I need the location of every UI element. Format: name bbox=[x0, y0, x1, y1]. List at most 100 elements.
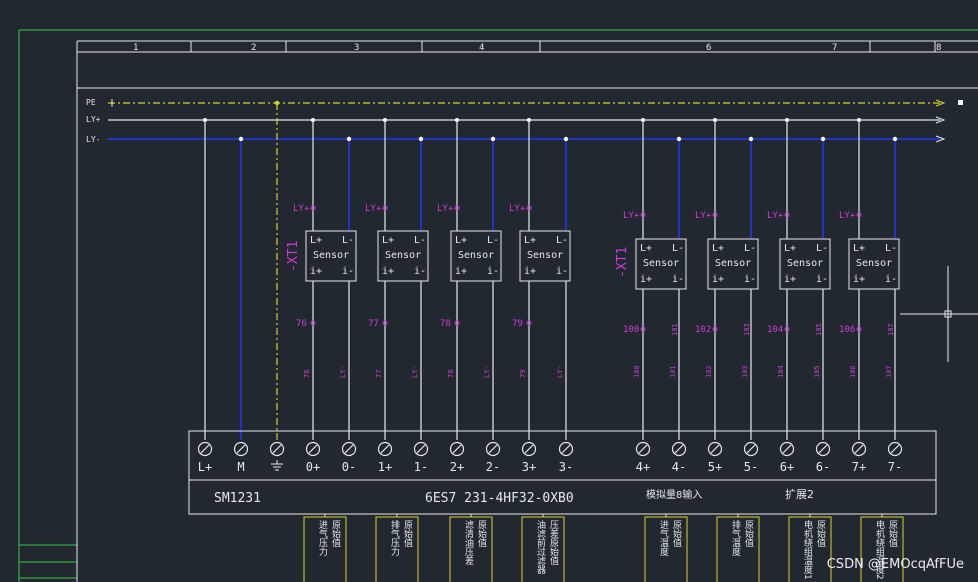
terminal-number: 100 bbox=[623, 325, 639, 335]
bus-label-pe: PE bbox=[86, 98, 96, 107]
signal-label-line1: 进气压力 bbox=[317, 520, 328, 557]
watermark: CSDN @EMOcqAfFUe bbox=[826, 557, 964, 572]
sensor-title: Sensor bbox=[856, 258, 892, 269]
sensor-pin-iminus: i- bbox=[816, 274, 828, 285]
signal-label-line2: 压差原始值 bbox=[548, 520, 559, 565]
wire-number: 103 bbox=[741, 365, 749, 378]
terminal-label: 6+ bbox=[780, 460, 794, 474]
ly-plus-junction bbox=[383, 118, 387, 122]
sensor-pin-iminus: i- bbox=[885, 274, 897, 285]
sensor-pin-lminus: L- bbox=[556, 235, 568, 246]
sensor-pin-iminus: i- bbox=[744, 274, 756, 285]
ruler-column-number: 2 bbox=[251, 43, 256, 53]
ly-minus-junction bbox=[563, 136, 569, 142]
signal-label-line2: 原始值 bbox=[671, 520, 682, 547]
terminal-label: 3- bbox=[559, 460, 573, 474]
terminal-label: 0- bbox=[342, 460, 356, 474]
sensor-pin-iplus: i+ bbox=[712, 274, 724, 285]
sensor-pin-lminus: L- bbox=[744, 243, 756, 254]
terminal-number: 104 bbox=[767, 325, 783, 335]
ruler-column-number: 1 bbox=[133, 43, 138, 53]
sensor-pin-lminus: L- bbox=[816, 243, 828, 254]
module-extension: 扩展2 bbox=[785, 487, 814, 501]
terminal-number: 102 bbox=[695, 325, 711, 335]
ruler-column-number: 6 bbox=[706, 43, 711, 53]
sensor-title: Sensor bbox=[527, 250, 563, 261]
wire-number: LY- bbox=[483, 365, 491, 378]
terminal-label: 1- bbox=[414, 460, 428, 474]
sensor-title: Sensor bbox=[787, 258, 823, 269]
wire-number: 78 bbox=[447, 370, 455, 378]
terminal-label: 3+ bbox=[522, 460, 536, 474]
sensor-pin-iminus: i- bbox=[556, 266, 568, 277]
sensor-pin-lminus: L- bbox=[885, 243, 897, 254]
sensor-pin-iplus: i+ bbox=[310, 266, 322, 277]
sensor-ly-tag: LY+ bbox=[293, 204, 310, 214]
xt1-label-right: -XT1 bbox=[615, 247, 630, 278]
sensor-ly-tag: LY+ bbox=[437, 204, 454, 214]
sensor-ly-tag: LY+ bbox=[623, 211, 640, 221]
sensor-pin-lminus: L- bbox=[672, 243, 684, 254]
sensor-pin-lplus: L+ bbox=[524, 235, 536, 246]
wire-number: 104 bbox=[777, 365, 785, 378]
signal-label-line1: 电机绕组温度1 bbox=[802, 519, 813, 580]
wire-number: LY- bbox=[556, 365, 564, 378]
wire-number: 102 bbox=[705, 365, 713, 378]
ly-minus-junction bbox=[418, 136, 424, 142]
sensor-pin-iplus: i+ bbox=[455, 266, 467, 277]
sensor-pin-lminus: L- bbox=[414, 235, 426, 246]
wire-number: LY- bbox=[411, 365, 419, 378]
wire-number: 107 bbox=[885, 365, 893, 378]
wire-number: LY- bbox=[339, 365, 347, 378]
ly-plus-junction bbox=[455, 118, 459, 122]
sensor-ly-tag: LY+ bbox=[695, 211, 712, 221]
sensor-title: Sensor bbox=[385, 250, 421, 261]
sensor-pin-lplus: L+ bbox=[382, 235, 394, 246]
terminal-label: 7- bbox=[888, 460, 902, 474]
ly-minus-junction bbox=[892, 136, 898, 142]
sensor-pin-lminus: L- bbox=[342, 235, 354, 246]
signal-label-line1: 滤清油压差 bbox=[463, 519, 474, 565]
terminal-label: 4+ bbox=[636, 460, 650, 474]
ruler-column-number: 4 bbox=[479, 43, 484, 53]
wire-number: 101 bbox=[669, 365, 677, 378]
sensor-pin-lplus: L+ bbox=[455, 235, 467, 246]
m-junction bbox=[238, 136, 244, 142]
sensor-pin-iplus: i+ bbox=[382, 266, 394, 277]
sensor-title: Sensor bbox=[715, 258, 751, 269]
sensor-ly-tag: LY+ bbox=[839, 211, 856, 221]
sensor-ly-tag: LY+ bbox=[365, 204, 382, 214]
ly-minus-junction bbox=[676, 136, 682, 142]
sensor-pin-lplus: L+ bbox=[640, 243, 652, 254]
bus-label-ly-minus: LY- bbox=[86, 135, 100, 144]
sensor-pin-lplus: L+ bbox=[712, 243, 724, 254]
wire-number: 76 bbox=[303, 370, 311, 378]
ly-plus-junction bbox=[641, 118, 645, 122]
signal-label-line1: 油滤前过滤器 bbox=[535, 519, 546, 574]
ly-plus-junction bbox=[713, 118, 717, 122]
sensor-title: Sensor bbox=[643, 258, 679, 269]
terminal-number: 78 bbox=[440, 319, 451, 329]
wire-number: 77 bbox=[375, 370, 383, 378]
terminal-label: 6- bbox=[816, 460, 830, 474]
wire-number: 100 bbox=[633, 365, 641, 378]
wire-number: 79 bbox=[519, 370, 527, 378]
terminal-number: 77 bbox=[368, 319, 379, 329]
sensor-pin-iminus: i- bbox=[487, 266, 499, 277]
signal-label-line2: 原始值 bbox=[743, 520, 754, 547]
signal-label-line1: 排气温度 bbox=[730, 519, 741, 557]
sensor-pin-iminus: i- bbox=[342, 266, 354, 277]
terminal-number: 106 bbox=[839, 325, 855, 335]
terminal-label: M bbox=[237, 460, 244, 474]
module-part-number: 6ES7 231-4HF32-0XB0 bbox=[425, 491, 574, 506]
terminal-label: L+ bbox=[198, 460, 212, 474]
xt1-label-left: -XT1 bbox=[286, 241, 301, 272]
signal-label-line2: 原始值 bbox=[330, 520, 341, 547]
signal-label-line2: 原始值 bbox=[887, 520, 898, 547]
wire-number: 105 bbox=[813, 365, 821, 378]
terminal-label: 4- bbox=[672, 460, 686, 474]
ly-plus-junction bbox=[857, 118, 861, 122]
sensor-pin-iplus: i+ bbox=[524, 266, 536, 277]
terminal-number: 79 bbox=[512, 319, 523, 329]
sensor-pin-lplus: L+ bbox=[310, 235, 322, 246]
